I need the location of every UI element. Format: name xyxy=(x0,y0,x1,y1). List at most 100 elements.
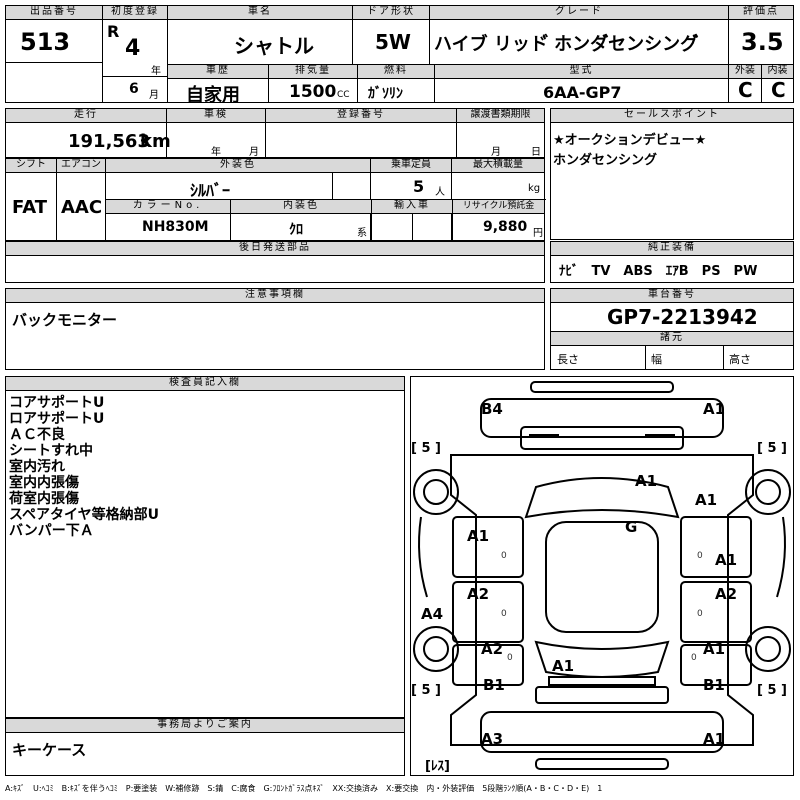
first-reg-cell: 初度登録 R 4 年 6 月 xyxy=(103,6,167,102)
inspector-item: 荷室内張傷 xyxy=(9,491,79,507)
model-label: 型式 xyxy=(435,65,728,79)
inspector-block: 検査員記入欄 コアサポートU ロアサポートU ＡＣ不良 シートすれ中 室内汚れ … xyxy=(5,376,405,718)
ext-grade: C xyxy=(738,78,753,102)
inspector-item: ＡＣ不良 xyxy=(9,427,65,443)
first-reg-label: 初度登録 xyxy=(103,6,167,20)
reg-year: 4 xyxy=(125,36,141,61)
int-color: ｸﾛ xyxy=(289,222,303,238)
int-color-unit: 系 xyxy=(357,228,367,239)
load-label: 最大積載量 xyxy=(452,159,544,173)
inspection-cell: 車検 年 月 xyxy=(167,109,265,158)
fuel-cell: 燃料 ｶﾞｿﾘﾝ xyxy=(358,65,434,103)
door-type: 5W xyxy=(375,30,411,54)
displacement: 1500 xyxy=(289,82,337,102)
shift: FAT xyxy=(12,197,48,218)
seats-unit: 人 xyxy=(435,187,445,198)
header-block: 出品番号 513 初度登録 R 4 年 6 月 車名 シャトル ドア形状 5W … xyxy=(5,5,794,106)
regno-cell: 登録番号 xyxy=(266,109,456,157)
door-marker: 0 xyxy=(697,551,703,561)
mileage-label: 走行 xyxy=(6,109,166,123)
caution-text: バックモニター xyxy=(12,311,118,329)
year-unit: 年 xyxy=(151,66,161,77)
damage-mark: A1 xyxy=(703,400,726,418)
inspector-list: コアサポートU ロアサポートU ＡＣ不良 シートすれ中 室内汚れ 室内内張傷 荷… xyxy=(9,395,159,539)
spare-tire: [ﾚｽ] xyxy=(425,759,450,774)
month-unit: 月 xyxy=(149,90,159,101)
inspector-item: シートすれ中 xyxy=(9,443,93,459)
damage-mark: A1 xyxy=(715,551,738,569)
caution-block: 注意事項欄 バックモニター xyxy=(5,288,545,370)
later-parts-block: 後日発送部品 xyxy=(5,241,545,283)
equipment: ﾅﾋﾞ TV ABS ｴｱB PS PW xyxy=(559,264,758,279)
damage-mark: A1 xyxy=(635,472,658,490)
damage-mark: A1 xyxy=(703,730,726,748)
length-label: 長さ xyxy=(557,353,579,366)
history: 自家用 xyxy=(186,85,240,106)
damage-mark: A2 xyxy=(715,585,738,603)
damage-mark: A3 xyxy=(481,730,504,748)
chassis-block: 車台番号 GP7-2213942 諸元 長さ 幅 高さ xyxy=(550,288,794,370)
legend: A:ｷｽﾞ U:ﾍｺﾐ B:ｷｽﾞを伴うﾍｺﾐ P:要塗装 W:補修跡 S:錆 … xyxy=(5,784,603,793)
ac-cell: エアコン AAC xyxy=(57,159,105,240)
load-cell: 最大積載量 kg xyxy=(452,159,544,199)
inspector-label: 検査員記入欄 xyxy=(6,377,404,391)
office-text: キーケース xyxy=(12,741,87,759)
int-label: 内装 xyxy=(762,65,793,79)
sales-block: セールスポイント ★オークションデビュー★ ホンダセンシング xyxy=(550,108,794,240)
cc-unit: CC xyxy=(337,90,350,100)
name-cell: 車名 シャトル xyxy=(168,6,352,64)
office-label: 事務局よりご案内 xyxy=(6,719,404,733)
tire-rear-right: [ 5 ] xyxy=(757,683,787,698)
door-cell: ドア形状 5W xyxy=(353,6,429,64)
history-label: 車歴 xyxy=(168,65,268,79)
damage-mark: G xyxy=(625,518,638,536)
model-cell: 型式 6AA-GP7 xyxy=(435,65,728,103)
import-label: 輸入車 xyxy=(372,200,452,214)
sales-label: セールスポイント xyxy=(551,109,793,123)
aircon: AAC xyxy=(61,197,103,218)
int-color-cell: 内装色 ｸﾛ 系 xyxy=(231,200,371,240)
import-cell: 輸入車 xyxy=(372,200,452,240)
color-no-label: カラーNo. xyxy=(106,200,230,214)
lot-cell: 出品番号 513 xyxy=(6,6,102,102)
door-marker: 0 xyxy=(697,609,703,619)
inspection-label: 車検 xyxy=(167,109,265,123)
damage-mark: A1 xyxy=(467,527,490,545)
shift-cell: シフト FAT xyxy=(6,159,56,240)
tire-front-left: [ 5 ] xyxy=(411,441,441,456)
score-cell: 評価点 3.5 外装 内装 C C xyxy=(729,6,793,102)
lot-number: 513 xyxy=(20,28,71,56)
cc-cell: 排気量 1500 CC xyxy=(269,65,357,103)
seats: 5 xyxy=(413,177,425,196)
mileage-block: 走行 191,563 km 車検 年 月 登録番号 譲渡書類期限 月 日 xyxy=(5,108,545,158)
recycle-label: リサイクル預託金 xyxy=(453,200,544,214)
height-label: 高さ xyxy=(729,353,751,366)
recycle-unit: 円 xyxy=(533,228,543,239)
tr-month-unit: 月 xyxy=(491,147,501,158)
model: 6AA-GP7 xyxy=(543,83,622,102)
tire-rear-left: [ 5 ] xyxy=(411,683,441,698)
door-marker: 0 xyxy=(507,653,513,663)
lot-label: 出品番号 xyxy=(6,6,102,20)
fuel: ｶﾞｿﾘﾝ xyxy=(368,86,403,102)
door-marker: 0 xyxy=(501,609,507,619)
inspector-item: コアサポートU xyxy=(9,395,105,411)
car-diagram: [ 5 ] [ 5 ] [ 5 ] [ 5 ] [ﾚｽ] B4 A1 A1 A1… xyxy=(410,376,794,776)
damage-mark: A2 xyxy=(481,640,504,658)
ext-color-cell: 外装色 ｼﾙﾊﾞｰ xyxy=(106,159,370,200)
damage-mark: B4 xyxy=(481,400,503,418)
shift-label: シフト xyxy=(6,159,56,173)
name-label: 車名 xyxy=(168,6,352,20)
car-outline xyxy=(413,381,791,770)
tire-front-right: [ 5 ] xyxy=(757,441,787,456)
sales-point-2: ホンダセンシング xyxy=(553,153,658,168)
damage-mark: A1 xyxy=(552,657,575,675)
door-marker: 0 xyxy=(501,551,507,561)
later-parts-label: 後日発送部品 xyxy=(6,242,544,256)
regno-label: 登録番号 xyxy=(266,109,456,123)
fuel-label: 燃料 xyxy=(358,65,434,79)
color-no: NH830M xyxy=(142,219,209,235)
inspector-item: 室内汚れ xyxy=(9,459,65,475)
color-no-cell: カラーNo. NH830M xyxy=(106,200,230,240)
recycle-fee: 9,880 xyxy=(483,219,528,235)
